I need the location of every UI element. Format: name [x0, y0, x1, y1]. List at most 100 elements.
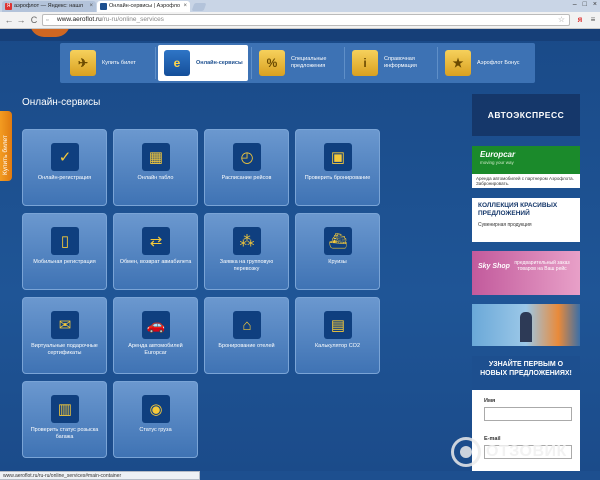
airport-photo-banner[interactable]	[472, 304, 580, 346]
service-label: Статус груза	[139, 427, 172, 433]
certificate-icon: ✉	[51, 311, 79, 339]
europcar-logo: Europcar	[480, 150, 516, 159]
service-label: Проверить статус розыска багажа	[30, 427, 99, 440]
tab-yandex[interactable]: Я аэрофлот — Яндекс: нашл ×	[2, 1, 96, 12]
cruise-icon: ⛴	[324, 227, 352, 255]
gifts-icon: %	[259, 50, 285, 76]
service-label: Онлайн табло	[137, 175, 174, 181]
bonus-icon: ★	[445, 50, 471, 76]
forward-arrow-icon[interactable]: →	[15, 14, 27, 26]
bookmark-star-icon[interactable]: ☆	[558, 15, 565, 25]
collection-title: КОЛЛЕКЦИЯ КРАСИВЫХ ПРЕДЛОЖЕНИЙ	[478, 202, 558, 217]
service-label: Заявка на групповую перевозку	[219, 259, 274, 272]
exchange-icon: ⇄	[142, 227, 170, 255]
otzovik-watermark: ОТЗОВИК	[451, 437, 596, 469]
souvenir-collection-banner[interactable]: КОЛЛЕКЦИЯ КРАСИВЫХ ПРЕДЛОЖЕНИЙ Сувенирна…	[472, 198, 580, 242]
menu-divider	[437, 47, 438, 79]
name-input[interactable]	[484, 407, 572, 421]
service-tile-car-rental[interactable]: 🚗 Аренда автомобилей Europcar	[113, 297, 198, 374]
tab-online-services[interactable]: Онлайн-сервисы | Аэрофло ×	[97, 1, 190, 12]
group-icon: ⁂	[233, 227, 261, 255]
hotel-icon: ⌂	[233, 311, 261, 339]
skyshop-logo: Sky Shop	[478, 263, 510, 270]
otzovik-logo-icon	[451, 437, 481, 467]
avtoexpress-banner[interactable]: АВТОЭКСПРЕСС	[472, 94, 580, 136]
window-controls: – □ ×	[573, 1, 597, 8]
yandex-extension-icon[interactable]: я	[575, 15, 585, 25]
checkin-icon: ✓	[51, 143, 79, 171]
tab-title: аэрофлот — Яндекс: нашл	[14, 3, 83, 9]
minimize-icon[interactable]: –	[573, 1, 577, 8]
service-label: Аренда автомобилей Europcar	[128, 343, 183, 356]
europcar-strip-text: Аренда автомобилей с партнером Аэрофлота…	[472, 174, 580, 188]
menu-divider	[251, 47, 252, 79]
service-label: Проверить бронирование	[304, 175, 371, 181]
europcar-tagline: moving your way	[480, 160, 514, 165]
service-label: Виртуальные подарочные сертификаты	[31, 343, 98, 356]
service-tile-hotel-booking[interactable]: ⌂ Бронирование отелей	[204, 297, 289, 374]
booking-check-icon: ▣	[324, 143, 352, 171]
service-label: Обмен, возврат авиабилета	[119, 259, 192, 265]
service-tile-cargo-status[interactable]: ◉ Статус груза	[113, 381, 198, 458]
service-tile-check-booking[interactable]: ▣ Проверить бронирование	[295, 129, 380, 206]
service-tile-exchange-return[interactable]: ⇄ Обмен, возврат авиабилета	[113, 213, 198, 290]
aeroflot-favicon-icon	[100, 3, 107, 10]
baggage-icon: ▥	[51, 395, 79, 423]
calculator-icon: ▤	[324, 311, 352, 339]
menu-item-label: Купить билет	[102, 59, 136, 66]
close-window-icon[interactable]: ×	[593, 1, 597, 8]
service-tile-schedule[interactable]: ◴ Расписание рейсов	[204, 129, 289, 206]
mobile-icon: ▯	[51, 227, 79, 255]
maximize-icon[interactable]: □	[583, 1, 587, 8]
menu-divider	[344, 47, 345, 79]
service-tile-baggage-status[interactable]: ▥ Проверить статус розыска багажа	[22, 381, 107, 458]
tab-close-icon[interactable]: ×	[89, 1, 93, 12]
collection-subtitle: Сувенирная продукция	[478, 222, 532, 228]
url-input[interactable]: ▫ www.aeroflot.ru/ru-ru/online_services …	[42, 14, 570, 26]
menu-item-label: Онлайн-сервисы	[196, 59, 243, 66]
menu-item-label: Специальные предложения	[291, 56, 327, 69]
service-label: Бронирование отелей	[218, 343, 275, 349]
buy-ticket-side-tab[interactable]: Купить билет	[0, 111, 12, 181]
service-tile-group-transport[interactable]: ⁂ Заявка на групповую перевозку	[204, 213, 289, 290]
service-tile-online-board[interactable]: ▦ Онлайн табло	[113, 129, 198, 206]
menu-item-label: Справочная информация	[384, 56, 417, 69]
service-label: Круизы	[328, 259, 347, 265]
service-tile-mobile-checkin[interactable]: ▯ Мобильная регистрация	[22, 213, 107, 290]
skyshop-text: предварительный заказ товаров на Ваш рей…	[514, 260, 570, 272]
url-host: www.aeroflot.ru	[57, 16, 102, 23]
back-arrow-icon[interactable]: ←	[3, 14, 15, 26]
traveler-figure	[520, 312, 532, 342]
menu-item-online-services[interactable]: e Онлайн-сервисы	[158, 45, 248, 81]
new-tab-button[interactable]	[191, 3, 207, 11]
name-label: Имя	[484, 398, 496, 404]
menu-item-aeroflot-bonus[interactable]: ★ Аэрофлот Бонус	[439, 45, 531, 81]
main-menu: ✈ Купить билет e Онлайн-сервисы % Специа…	[60, 43, 535, 83]
car-icon: 🚗	[142, 311, 170, 339]
schedule-icon: ◴	[233, 143, 261, 171]
menu-divider	[155, 47, 156, 79]
menu-item-buy-ticket[interactable]: ✈ Купить билет	[64, 45, 152, 81]
info-icon: i	[352, 50, 378, 76]
skyshop-banner[interactable]: Sky Shop предварительный заказ товаров н…	[472, 251, 580, 295]
menu-item-special-offers[interactable]: % Специальные предложения	[253, 45, 343, 81]
address-bar-row: ← → C ▫ www.aeroflot.ru/ru-ru/online_ser…	[0, 12, 600, 29]
tab-close-icon[interactable]: ×	[183, 1, 187, 12]
service-tile-online-checkin[interactable]: ✓ Онлайн-регистрация	[22, 129, 107, 206]
service-tile-cruises[interactable]: ⛴ Круизы	[295, 213, 380, 290]
menu-icon[interactable]: ≡	[588, 15, 598, 25]
reload-icon[interactable]: C	[28, 14, 40, 26]
cargo-icon: ◉	[142, 395, 170, 423]
menu-item-label: Аэрофлот Бонус	[477, 59, 520, 66]
tab-title: Онлайн-сервисы | Аэрофло	[109, 3, 181, 9]
service-tile-gift-certificates[interactable]: ✉ Виртуальные подарочные сертификаты	[22, 297, 107, 374]
side-tab-label: Купить билет	[2, 135, 9, 175]
menu-item-reference-info[interactable]: i Справочная информация	[346, 45, 436, 81]
e-service-icon: e	[164, 50, 190, 76]
browser-status-bar: www.aeroflot.ru/ru-ru/online_services#ma…	[0, 471, 200, 480]
service-tile-co2-calculator[interactable]: ▤ Калькулятор CO2	[295, 297, 380, 374]
europcar-banner[interactable]: Europcar moving your way Аренда автомоби…	[472, 146, 580, 188]
board-icon: ▦	[142, 143, 170, 171]
yandex-favicon-icon: Я	[5, 3, 12, 10]
page-title: Онлайн-сервисы	[22, 97, 101, 108]
